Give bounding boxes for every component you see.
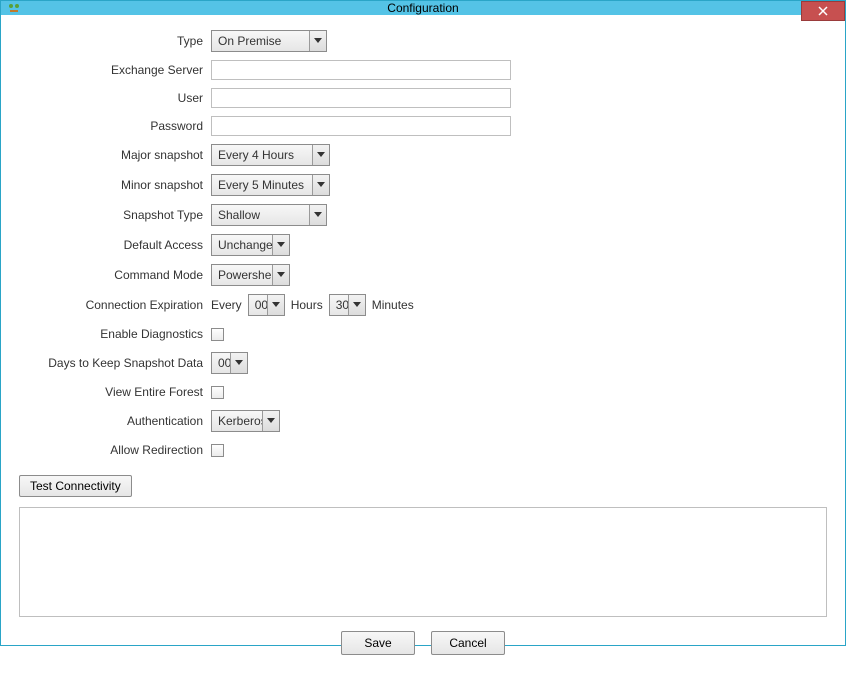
view-entire-forest-checkbox[interactable] (211, 386, 224, 399)
enable-diagnostics-label: Enable Diagnostics (19, 327, 211, 341)
snapshot-type-select[interactable]: Shallow (211, 204, 327, 226)
configuration-window: Configuration Type On Premise (0, 0, 846, 646)
configuration-form: Type On Premise Exchange Server (19, 29, 827, 461)
allow-redirection-checkbox[interactable] (211, 444, 224, 457)
conn-minutes-label: Minutes (372, 298, 414, 312)
minor-snapshot-value: Every 5 Minutes (212, 175, 312, 195)
snapshot-type-label: Snapshot Type (19, 208, 211, 222)
password-label: Password (19, 119, 211, 133)
chevron-down-icon (272, 265, 289, 285)
command-mode-label: Command Mode (19, 268, 211, 282)
test-row: Test Connectivity (19, 475, 827, 497)
save-button[interactable]: Save (341, 631, 415, 655)
connection-expiration-label: Connection Expiration (19, 298, 211, 312)
output-textbox[interactable] (19, 507, 827, 617)
chevron-down-icon (230, 353, 247, 373)
authentication-label: Authentication (19, 414, 211, 428)
conn-hours-value: 00 (249, 295, 267, 315)
chevron-down-icon (309, 31, 326, 51)
titlebar: Configuration (1, 1, 845, 15)
close-button[interactable] (801, 1, 845, 21)
minor-snapshot-select[interactable]: Every 5 Minutes (211, 174, 330, 196)
conn-hours-label: Hours (291, 298, 323, 312)
conn-minutes-value: 30 (330, 295, 348, 315)
window-title: Configuration (1, 1, 845, 15)
authentication-value: Kerberos (212, 411, 262, 431)
conn-minutes-select[interactable]: 30 (329, 294, 366, 316)
chevron-down-icon (312, 145, 329, 165)
chevron-down-icon (348, 295, 365, 315)
chevron-down-icon (272, 235, 289, 255)
chevron-down-icon (267, 295, 284, 315)
default-access-label: Default Access (19, 238, 211, 252)
close-icon (818, 6, 828, 16)
major-snapshot-select[interactable]: Every 4 Hours (211, 144, 330, 166)
allow-redirection-label: Allow Redirection (19, 443, 211, 457)
chevron-down-icon (262, 411, 279, 431)
days-to-keep-value: 00 (212, 353, 230, 373)
password-input[interactable] (211, 116, 511, 136)
default-access-value: Unchanged (212, 235, 272, 255)
command-mode-value: Powershell (212, 265, 272, 285)
days-to-keep-label: Days to Keep Snapshot Data (19, 356, 211, 370)
client-area: Type On Premise Exchange Server (1, 15, 845, 679)
enable-diagnostics-checkbox[interactable] (211, 328, 224, 341)
exchange-server-label: Exchange Server (19, 63, 211, 77)
days-to-keep-select[interactable]: 00 (211, 352, 248, 374)
minor-snapshot-label: Minor snapshot (19, 178, 211, 192)
chevron-down-icon (312, 175, 329, 195)
type-select-value: On Premise (212, 31, 309, 51)
type-select[interactable]: On Premise (211, 30, 327, 52)
major-snapshot-label: Major snapshot (19, 148, 211, 162)
command-mode-select[interactable]: Powershell (211, 264, 290, 286)
authentication-select[interactable]: Kerberos (211, 410, 280, 432)
conn-hours-select[interactable]: 00 (248, 294, 285, 316)
app-icon (7, 1, 21, 15)
type-label: Type (19, 34, 211, 48)
major-snapshot-value: Every 4 Hours (212, 145, 312, 165)
user-label: User (19, 91, 211, 105)
conn-every-label: Every (211, 298, 242, 312)
view-entire-forest-label: View Entire Forest (19, 385, 211, 399)
footer-buttons: Save Cancel (19, 617, 827, 663)
cancel-button[interactable]: Cancel (431, 631, 505, 655)
user-input[interactable] (211, 88, 511, 108)
test-connectivity-button[interactable]: Test Connectivity (19, 475, 132, 497)
snapshot-type-value: Shallow (212, 205, 309, 225)
default-access-select[interactable]: Unchanged (211, 234, 290, 256)
exchange-server-input[interactable] (211, 60, 511, 80)
chevron-down-icon (309, 205, 326, 225)
